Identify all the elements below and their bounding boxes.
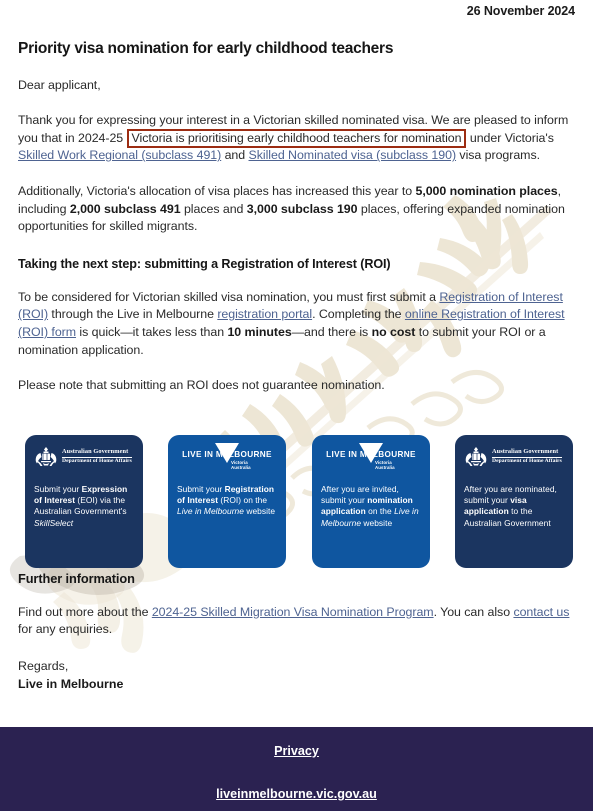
footer-website-row: liveinmelbourne.vic.gov.au	[0, 758, 593, 801]
intro-text-part4: visa programs.	[456, 148, 540, 163]
card-2-text-part1: Submit your	[177, 483, 225, 494]
footer-privacy-row: Privacy	[0, 727, 593, 758]
email-content: 26 November 2024 Priority visa nominatio…	[0, 0, 593, 693]
flow-card-3-nomination-application: LIVE IN MELBOURNE Victoria Australia Aft…	[312, 434, 430, 568]
australian-coat-of-arms-icon	[465, 446, 487, 466]
link-registration-portal[interactable]: registration portal	[217, 307, 312, 321]
allocation-bold-2000: 2,000 subclass 491	[69, 201, 181, 216]
card-4-logo-line2: Department of Home Affairs	[492, 457, 562, 464]
australian-government-lockup: Australian Government Department of Home…	[464, 444, 564, 468]
footer-website-link[interactable]: liveinmelbourne.vic.gov.au	[216, 787, 377, 801]
paragraph-further: Find out more about the 2024-25 Skilled …	[18, 604, 575, 639]
paragraph-no-guarantee: Please note that submitting an ROI does …	[18, 378, 385, 393]
roi-part2: through the Live in Melbourne	[48, 307, 218, 322]
card-2-text: Submit your Registration of Interest (RO…	[177, 484, 277, 518]
signoff-block: Regards, Live in Melbourne	[18, 658, 575, 693]
card-2-logo-sub1: Victoria	[231, 459, 248, 465]
live-in-melbourne-lockup: LIVE IN MELBOURNE Victoria Australia	[177, 442, 277, 478]
highlight-priority-statement: Victoria is prioritising early childhood…	[126, 128, 467, 148]
card-1-text: Submit your Expression of Interest (EOI)…	[34, 484, 134, 529]
salutation: Dear applicant,	[18, 77, 101, 92]
signoff-sender: Live in Melbourne	[18, 676, 124, 691]
flow-card-1-expression-of-interest: Australian Government Department of Home…	[25, 434, 143, 568]
roi-part5: —and there is	[291, 324, 372, 339]
further-part1: Find out more about the	[18, 604, 152, 619]
date-line: 26 November 2024	[466, 4, 575, 18]
card-3-text-part2: on the	[365, 506, 395, 517]
card-1-logo: Australian Government Department of Home…	[34, 444, 134, 478]
page-title: Priority visa nomination for early child…	[18, 40, 394, 57]
card-1-logo-line1: Australian Government	[62, 447, 129, 455]
card-4-logo: Australian Government Department of Home…	[464, 444, 564, 478]
section-heading-next-step: Taking the next step: submitting a Regis…	[18, 256, 391, 271]
card-3-logo-sub2: Australia	[375, 464, 395, 470]
further-part3: for any enquiries.	[18, 622, 113, 637]
further-information-heading: Further information	[18, 570, 135, 586]
roi-part3: . Completing the	[312, 307, 405, 322]
allocation-part3: places and	[180, 201, 247, 216]
card-1-text-part1: Submit your	[34, 483, 82, 494]
card-2-logo-word: LIVE IN MELBOURNE	[182, 449, 272, 459]
paragraph-roi: To be considered for Victorian skilled v…	[18, 289, 575, 359]
allocation-bold-5000: 5,000 nomination places	[415, 183, 558, 198]
card-2-logo: LIVE IN MELBOURNE Victoria Australia	[177, 442, 277, 478]
roi-bold-no-cost: no cost	[371, 324, 416, 339]
card-2-logo-sub: Victoria Australia	[231, 460, 251, 470]
email-footer: Privacy liveinmelbourne.vic.gov.au	[0, 727, 593, 811]
roi-part1: To be considered for Victorian skilled v…	[18, 289, 440, 304]
link-skilled-migration-program[interactable]: 2024-25 Skilled Migration Visa Nominatio…	[152, 605, 434, 619]
allocation-part1: Additionally, Victoria's allocation of v…	[18, 183, 416, 198]
card-4-text: After you are nominated, submit your vis…	[464, 484, 564, 529]
card-4-logo-line1: Australian Government	[492, 447, 559, 455]
australian-government-lockup: Australian Government Department of Home…	[34, 444, 134, 468]
paragraph-allocation: Additionally, Victoria's allocation of v…	[18, 183, 575, 236]
intro-text-part2: under Victoria's	[466, 130, 554, 145]
australian-coat-of-arms-icon	[35, 446, 57, 466]
roi-bold-10-minutes: 10 minutes	[227, 324, 292, 339]
intro-text-part3: and	[221, 148, 249, 163]
live-in-melbourne-lockup: LIVE IN MELBOURNE Victoria Australia	[321, 442, 421, 478]
card-3-text-part3: website	[361, 517, 393, 528]
card-2-text-italic: Live in Melbourne	[177, 506, 244, 517]
flow-card-4-visa-application: Australian Government Department of Home…	[455, 434, 573, 568]
paragraph-intro: Thank you for expressing your interest i…	[18, 112, 575, 165]
allocation-bold-3000: 3,000 subclass 190	[246, 201, 358, 216]
signoff-regards: Regards,	[18, 658, 69, 673]
australian-government-text: Australian Government Department of Home…	[492, 447, 562, 465]
further-information-section: Further information Find out more about …	[18, 571, 575, 693]
card-1-text-italic: SkillSelect	[34, 517, 74, 528]
card-2-text-part2: (ROI) on the	[218, 495, 268, 506]
roi-part4: is quick—it takes less than	[76, 324, 228, 339]
link-subclass-491[interactable]: Skilled Work Regional (subclass 491)	[18, 148, 221, 162]
card-3-logo: LIVE IN MELBOURNE Victoria Australia	[321, 442, 421, 478]
visa-process-flow-diagram: Australian Government Department of Home…	[18, 419, 575, 568]
card-3-text: After you are invited, submit your nomin…	[321, 484, 421, 529]
card-2-logo-sub2: Australia	[231, 464, 251, 470]
link-contact-us[interactable]: contact us	[513, 605, 569, 619]
card-3-logo-word: LIVE IN MELBOURNE	[326, 449, 416, 459]
further-part2: . You can also	[433, 604, 514, 619]
flow-card-2-registration-of-interest: LIVE IN MELBOURNE Victoria Australia Sub…	[168, 434, 286, 568]
link-subclass-190[interactable]: Skilled Nominated visa (subclass 190)	[249, 148, 457, 162]
card-2-text-part3: website	[243, 506, 276, 517]
email-page: 26 November 2024 Priority visa nominatio…	[0, 0, 593, 811]
card-3-logo-sub: Victoria Australia	[375, 460, 395, 470]
card-1-logo-line2: Department of Home Affairs	[62, 457, 132, 464]
card-3-logo-sub1: Victoria	[375, 459, 392, 465]
australian-government-text: Australian Government Department of Home…	[62, 447, 132, 465]
footer-privacy-link[interactable]: Privacy	[274, 744, 319, 758]
